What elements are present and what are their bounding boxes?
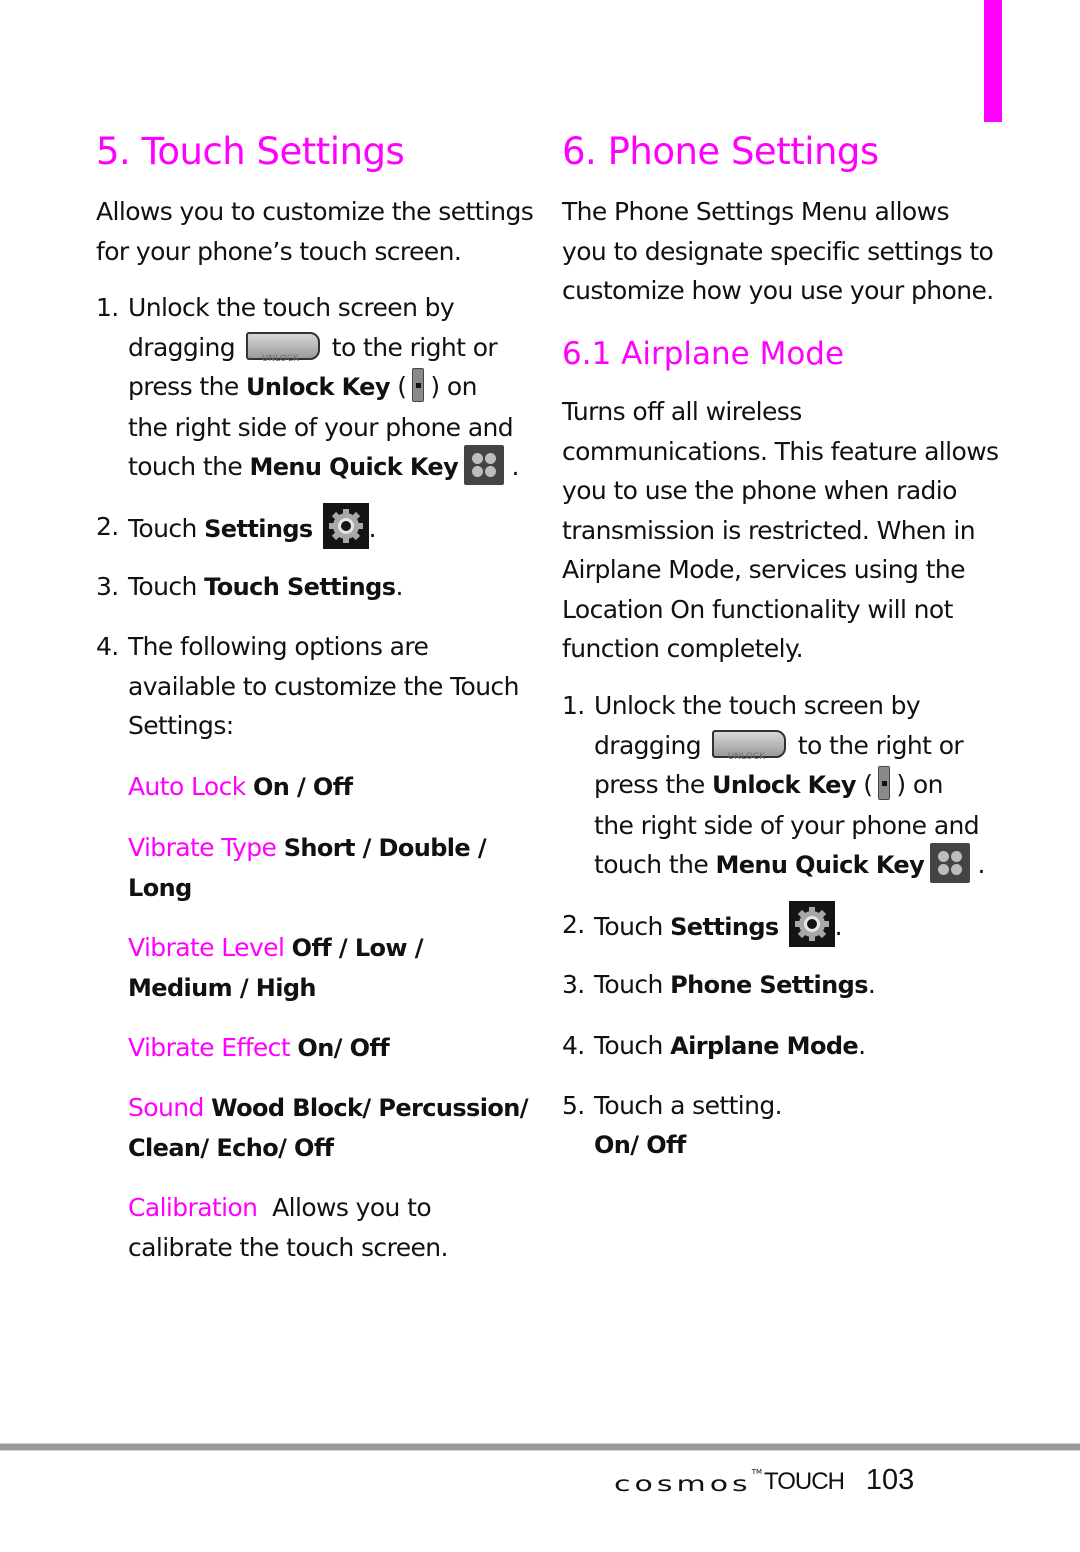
unlock-slider-icon: UNLOCK <box>712 729 787 762</box>
page-footer: cosmosTMTOUCH 103 <box>614 1462 914 1497</box>
page-number: 103 <box>865 1464 915 1496</box>
settings-gear-icon <box>788 901 835 947</box>
option-vibrate-type: Vibrate Type Short / Double / Long <box>128 833 487 902</box>
footer-divider <box>0 1443 1080 1451</box>
section-title: 5. Touch Settings <box>96 130 405 173</box>
trademark: TM <box>751 1468 763 1476</box>
subsection-title: 6.1 Airplane Mode <box>562 336 845 372</box>
chapter-tab-marker <box>984 0 1002 122</box>
section-intro: Allows you to customize the settings for… <box>96 197 534 266</box>
unlock-key-icon <box>878 766 891 800</box>
unlock-slider-icon: UNLOCK <box>246 331 321 364</box>
unlock-key-icon <box>412 368 425 402</box>
section-intro: The Phone Settings Menu allows you to de… <box>562 197 994 305</box>
subsection-intro: Turns off all wireless communications. T… <box>562 397 999 663</box>
option-auto-lock: Auto Lock On / Off <box>128 772 353 801</box>
option-calibration: Calibration Allows you to calibrate the … <box>128 1193 448 1262</box>
section-title: 6. Phone Settings <box>562 130 879 173</box>
brand-subtitle: TOUCH <box>764 1468 845 1495</box>
menu-quick-key-icon <box>930 843 971 883</box>
menu-quick-key-icon <box>464 445 505 485</box>
option-vibrate-level: Vibrate Level Off / Low / Medium / High <box>128 933 424 1002</box>
option-vibrate-effect: Vibrate Effect On/ Off <box>128 1033 390 1062</box>
brand-logo: cosmos <box>614 1471 752 1497</box>
settings-gear-icon <box>322 503 369 549</box>
option-sound: Sound Wood Block/ Percussion/ Clean/ Ech… <box>128 1093 529 1162</box>
